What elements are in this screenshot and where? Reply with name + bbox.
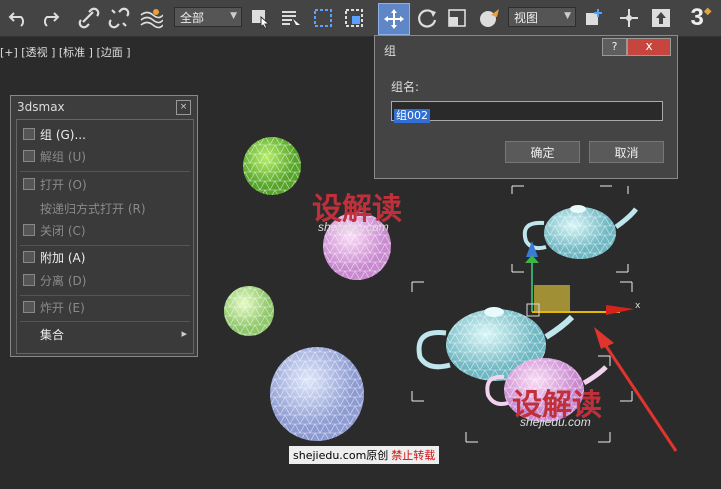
- sphere-blue[interactable]: [270, 347, 364, 441]
- menu-item-label: 集合: [40, 327, 65, 342]
- menu-item-explode[interactable]: 炸开 (E): [23, 298, 85, 316]
- bind-space-warp-icon[interactable]: [137, 4, 165, 32]
- credit-badge: shejiedu.com原创 禁止转载: [289, 446, 440, 464]
- reference-coordinate-value: 视图: [514, 10, 539, 25]
- selection-filter-value: 全部: [180, 10, 205, 25]
- group-menu-panel: 3dsmax × 组 (G)... 解组 (U) 打开 (O) 按递归方式打开 …: [10, 95, 198, 357]
- rotate-tool-icon[interactable]: [414, 4, 440, 32]
- panel-title: 3dsmax: [17, 100, 65, 114]
- menu-item-assembly[interactable]: 集合: [40, 325, 64, 343]
- menu-item-label: 解组 (U): [40, 149, 86, 164]
- undo-icon[interactable]: [6, 4, 32, 32]
- scale-tool-icon[interactable]: [444, 4, 470, 32]
- sphere-lime[interactable]: [224, 286, 274, 336]
- explode-icon: [23, 301, 35, 313]
- snap-toggle-label: 3: [690, 4, 704, 31]
- unlink-icon[interactable]: [106, 4, 132, 32]
- menu-list: 组 (G)... 解组 (U) 打开 (O) 按递归方式打开 (R) 关闭 (C…: [16, 119, 194, 354]
- group-name-value: 组002: [394, 109, 430, 123]
- annotation-arrow: [594, 327, 678, 452]
- select-by-name-icon[interactable]: [278, 4, 304, 32]
- credit-main: shejiedu.com原创: [293, 449, 389, 462]
- watermark-domain: shejiedu.com: [520, 415, 591, 429]
- menu-item-close[interactable]: 关闭 (C): [23, 221, 86, 239]
- attach-icon: [23, 251, 35, 263]
- help-button[interactable]: ?: [602, 38, 627, 56]
- dialog-title-buttons: ? x: [602, 38, 671, 56]
- rectangular-selection-icon[interactable]: [310, 4, 336, 32]
- redo-icon[interactable]: [36, 4, 62, 32]
- chevron-down-icon: ▼: [230, 11, 237, 21]
- group-name-label: 组名:: [391, 80, 420, 94]
- menu-item-attach[interactable]: 附加 (A): [23, 248, 85, 266]
- teapot-top[interactable]: [522, 205, 638, 259]
- group-icon: [23, 128, 35, 140]
- menu-divider: [20, 171, 190, 172]
- reference-coordinate-dropdown[interactable]: 视图 ▼: [508, 7, 576, 27]
- move-tool-icon[interactable]: [378, 3, 410, 35]
- menu-item-group[interactable]: 组 (G)...: [23, 125, 86, 143]
- menu-item-open[interactable]: 打开 (O): [23, 175, 87, 193]
- sphere-green[interactable]: [243, 137, 301, 195]
- close-icon[interactable]: ×: [176, 100, 191, 115]
- snap-toggle-icon[interactable]: 3 ◆: [684, 4, 718, 32]
- menu-item-ungroup[interactable]: 解组 (U): [23, 147, 86, 165]
- menu-item-label: 按递归方式打开 (R): [40, 201, 146, 216]
- menu-item-detach[interactable]: 分离 (D): [23, 271, 86, 289]
- menu-item-open-recursive[interactable]: 按递归方式打开 (R): [40, 199, 146, 217]
- group-dialog: 组 ? x 组名: 组002 确定 取消: [374, 35, 678, 179]
- cancel-button[interactable]: 取消: [589, 141, 664, 163]
- main-toolbar: 全部 ▼ 视图 ▼ 3 ◆: [0, 0, 721, 37]
- select-object-icon[interactable]: [247, 4, 273, 32]
- ok-button[interactable]: 确定: [505, 141, 580, 163]
- window-crossing-icon[interactable]: [341, 4, 367, 32]
- dialog-title: 组: [384, 44, 397, 58]
- menu-item-label: 炸开 (E): [40, 300, 85, 315]
- select-manipulate-icon[interactable]: [616, 4, 642, 32]
- ungroup-icon: [23, 150, 35, 162]
- menu-divider: [20, 245, 190, 246]
- menu-item-label: 分离 (D): [40, 273, 87, 288]
- selection-filter-dropdown[interactable]: 全部 ▼: [174, 7, 242, 27]
- watermark-domain: shejiedu.com: [318, 220, 389, 234]
- pivot-center-icon[interactable]: [582, 4, 608, 32]
- credit-warning: 禁止转载: [391, 449, 436, 462]
- gizmo-x-label: x: [635, 301, 641, 311]
- viewport-label[interactable]: [+] [透视 ] [标准 ] [边面 ]: [0, 44, 131, 60]
- group-name-input[interactable]: 组002: [391, 101, 663, 123]
- submenu-arrow-icon: ▸: [181, 327, 187, 340]
- chevron-down-icon: ▼: [564, 11, 571, 21]
- detach-icon: [23, 274, 35, 286]
- menu-item-label: 附加 (A): [40, 250, 86, 265]
- menu-divider: [20, 295, 190, 296]
- open-group-icon: [23, 178, 35, 190]
- menu-item-label: 组 (G)...: [40, 127, 86, 142]
- menu-item-label: 关闭 (C): [40, 223, 86, 238]
- place-tool-icon[interactable]: [475, 4, 503, 32]
- close-button[interactable]: x: [627, 38, 671, 56]
- link-icon[interactable]: [76, 4, 102, 32]
- keyboard-shortcut-override-icon[interactable]: [648, 4, 674, 32]
- menu-divider: [20, 321, 190, 322]
- magnet-icon: ◆: [703, 5, 712, 17]
- menu-item-label: 打开 (O): [40, 177, 87, 192]
- close-group-icon: [23, 224, 35, 236]
